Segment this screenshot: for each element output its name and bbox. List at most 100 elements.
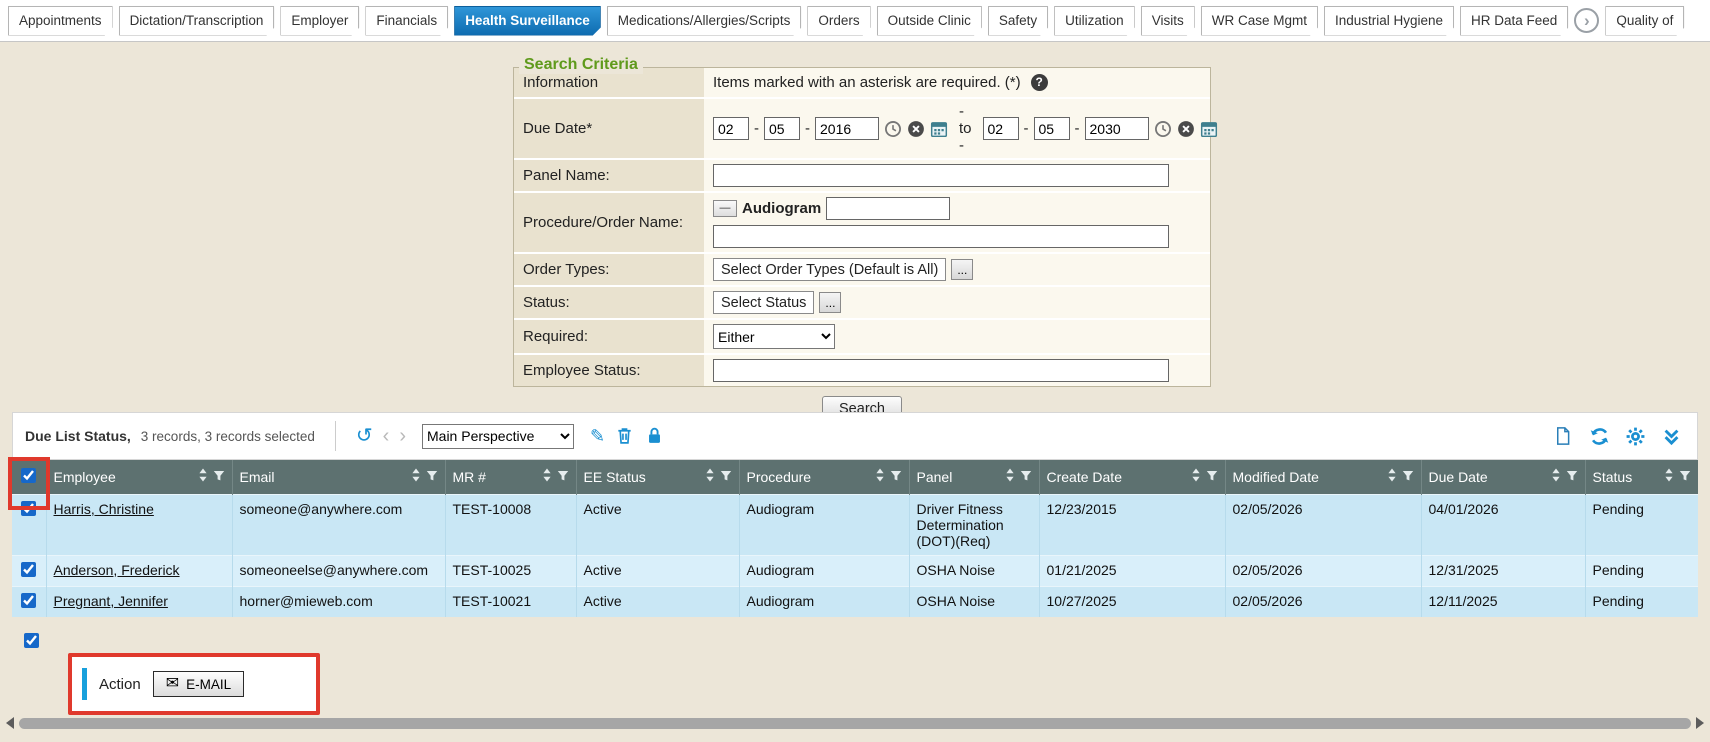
sort-icon[interactable] <box>1191 468 1201 485</box>
filter-icon[interactable] <box>213 469 225 485</box>
employee-link[interactable]: Harris, Christine <box>54 501 154 517</box>
tab-safety[interactable]: Safety <box>988 6 1048 36</box>
sort-icon[interactable] <box>411 468 421 485</box>
filter-icon[interactable] <box>1206 469 1218 485</box>
status-picker[interactable]: Select Status <box>713 291 814 314</box>
sort-icon[interactable] <box>705 468 715 485</box>
tab-overflow-circle-icon[interactable]: › <box>1574 8 1599 33</box>
required-select[interactable]: Either <box>713 324 835 349</box>
filter-icon[interactable] <box>1566 469 1578 485</box>
filter-icon[interactable] <box>1402 469 1414 485</box>
clock-icon[interactable] <box>884 120 902 138</box>
due-from-month-input[interactable] <box>713 117 749 140</box>
edit-pencil-icon[interactable]: ✎ <box>590 427 605 445</box>
undo-icon[interactable]: ↺ <box>356 426 373 446</box>
tab-medications-allergies-scripts[interactable]: Medications/Allergies/Scripts <box>607 6 802 36</box>
filter-icon[interactable] <box>720 469 732 485</box>
column-header-email[interactable]: Email <box>232 460 445 494</box>
clear-date-icon[interactable] <box>907 120 925 138</box>
row-checkbox[interactable] <box>21 501 36 516</box>
sort-icon[interactable] <box>542 468 552 485</box>
column-header-panel[interactable]: Panel <box>909 460 1039 494</box>
create-date-cell: 01/21/2025 <box>1039 555 1225 586</box>
required-label: Required: <box>514 320 704 353</box>
clear-date-icon[interactable] <box>1177 120 1195 138</box>
filter-icon[interactable] <box>1020 469 1032 485</box>
tab-appointments[interactable]: Appointments <box>8 6 113 36</box>
email-button[interactable]: ✉ E-MAIL <box>153 671 244 697</box>
action-panel: Action ✉ E-MAIL <box>72 668 244 700</box>
tab-employer[interactable]: Employer <box>280 6 359 36</box>
column-header-mr[interactable]: MR # <box>445 460 576 494</box>
ee-status-cell: Active <box>576 555 739 586</box>
tab-quality-of[interactable]: Quality of <box>1605 6 1684 36</box>
column-header-employee[interactable]: Employee <box>46 460 232 494</box>
sort-icon[interactable] <box>1664 468 1674 485</box>
status-browse-button[interactable]: ... <box>819 292 841 313</box>
filter-icon[interactable] <box>557 469 569 485</box>
due-to-year-input[interactable] <box>1085 117 1149 140</box>
employee-link[interactable]: Anderson, Frederick <box>54 562 180 578</box>
tab-visits[interactable]: Visits <box>1141 6 1195 36</box>
sort-icon[interactable] <box>1005 468 1015 485</box>
calendar-icon[interactable] <box>930 120 948 138</box>
column-header-procedure[interactable]: Procedure <box>739 460 909 494</box>
due-from-day-input[interactable] <box>764 117 800 140</box>
status-row: Status: Select Status ... <box>514 287 1210 320</box>
remove-procedure-button[interactable]: — <box>713 200 737 217</box>
footer-select-checkbox[interactable] <box>24 633 39 648</box>
document-icon[interactable] <box>1553 426 1573 446</box>
tab-orders[interactable]: Orders <box>807 6 870 36</box>
next-page-icon[interactable]: › <box>399 426 406 446</box>
lock-icon[interactable] <box>645 426 665 446</box>
tab-dictation-transcription[interactable]: Dictation/Transcription <box>119 6 275 36</box>
tab-outside-clinic[interactable]: Outside Clinic <box>877 6 982 36</box>
clock-icon[interactable] <box>1154 120 1172 138</box>
scroll-left-icon[interactable] <box>6 717 14 729</box>
email-button-label: E-MAIL <box>186 677 231 692</box>
filter-icon[interactable] <box>1679 469 1691 485</box>
trash-icon[interactable] <box>615 426 635 446</box>
select-all-checkbox[interactable] <box>21 468 36 483</box>
prev-page-icon[interactable]: ‹ <box>383 426 390 446</box>
chevron-down-icon[interactable] <box>1661 426 1681 446</box>
gear-icon[interactable] <box>1625 426 1645 446</box>
row-checkbox[interactable] <box>21 562 36 577</box>
scroll-right-icon[interactable] <box>1696 717 1704 729</box>
sort-icon[interactable] <box>1551 468 1561 485</box>
tab-industrial-hygiene[interactable]: Industrial Hygiene <box>1324 6 1454 36</box>
order-types-browse-button[interactable]: ... <box>951 259 973 280</box>
perspective-select[interactable]: Main Perspective <box>422 424 574 449</box>
employee-link[interactable]: Pregnant, Jennifer <box>54 593 168 609</box>
sort-icon[interactable] <box>1387 468 1397 485</box>
row-checkbox[interactable] <box>21 593 36 608</box>
employee-status-input[interactable] <box>713 359 1169 382</box>
due-from-year-input[interactable] <box>815 117 879 140</box>
procedure-order-name-input[interactable] <box>713 225 1169 248</box>
calendar-icon[interactable] <box>1200 120 1218 138</box>
sort-icon[interactable] <box>198 468 208 485</box>
tab-utilization[interactable]: Utilization <box>1054 6 1135 36</box>
column-header-ee-status[interactable]: EE Status <box>576 460 739 494</box>
column-header-modified-date[interactable]: Modified Date <box>1225 460 1421 494</box>
tab-financials[interactable]: Financials <box>365 6 448 36</box>
column-header-status[interactable]: Status <box>1585 460 1698 494</box>
filter-icon[interactable] <box>890 469 902 485</box>
column-header-create-date[interactable]: Create Date <box>1039 460 1225 494</box>
due-to-day-input[interactable] <box>1034 117 1070 140</box>
help-icon[interactable]: ? <box>1031 74 1048 91</box>
sort-icon[interactable] <box>875 468 885 485</box>
due-to-month-input[interactable] <box>983 117 1019 140</box>
filter-icon[interactable] <box>426 469 438 485</box>
scrollbar-thumb[interactable] <box>19 718 1691 729</box>
order-types-picker[interactable]: Select Order Types (Default is All) <box>713 258 946 281</box>
procedure-chip-input[interactable] <box>826 197 950 220</box>
employee-status-label: Employee Status: <box>514 355 704 386</box>
tab-wr-case-mgmt[interactable]: WR Case Mgmt <box>1201 6 1318 36</box>
refresh-icon[interactable] <box>1589 426 1609 446</box>
tab-hr-data-feed[interactable]: HR Data Feed <box>1460 6 1568 36</box>
tab-health-surveillance[interactable]: Health Surveillance <box>454 6 601 36</box>
panel-name-input[interactable] <box>713 164 1169 187</box>
modified-date-cell: 02/05/2026 <box>1225 555 1421 586</box>
column-header-due-date[interactable]: Due Date <box>1421 460 1585 494</box>
